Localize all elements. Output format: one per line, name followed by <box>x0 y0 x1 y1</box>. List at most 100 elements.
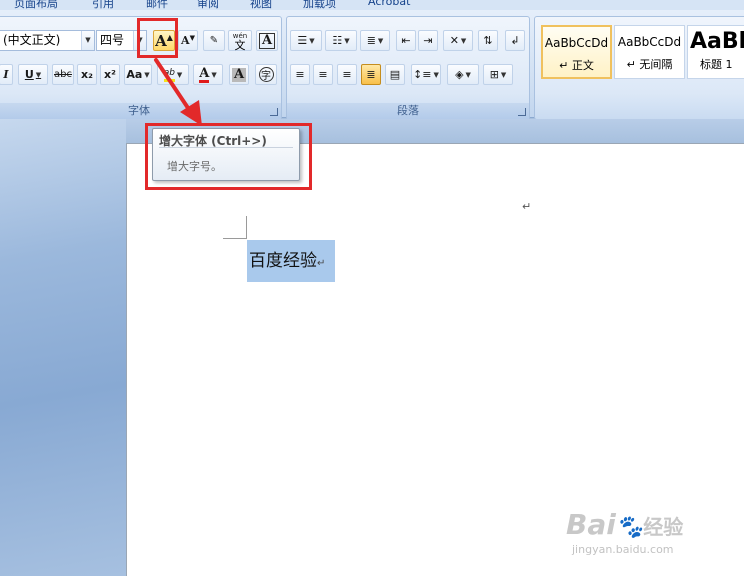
ribbon: (中文正文) ▼ 四号 ▼ A ▲ A ▼ ✎ wén 文 A I U ▼ ab… <box>0 10 744 120</box>
paragraph-dialog-launcher-icon[interactable] <box>518 108 526 116</box>
align-center-button[interactable]: ≡ <box>313 64 333 85</box>
numbering-button[interactable]: ☷ ▼ <box>325 30 357 51</box>
shrink-font-icon: A <box>181 34 190 47</box>
change-case-button[interactable]: Aa ▼ <box>124 64 152 85</box>
phonetic-guide-char: 文 <box>234 38 246 52</box>
font-name-dropdown-icon[interactable]: ▼ <box>81 31 94 50</box>
tab-mailings[interactable]: 邮件 <box>146 0 168 10</box>
styles-group: AaBbCcDd ↵ 正文 AaBbCcDd ↵ 无间隔 AaBb 标题 1 <box>534 16 744 120</box>
chinese-layout-dropdown-icon[interactable]: ▼ <box>461 37 466 45</box>
font-dialog-launcher-icon[interactable] <box>270 108 278 116</box>
borders-dropdown-icon[interactable]: ▼ <box>501 71 506 79</box>
style-heading-1[interactable]: AaBb 标题 1 <box>687 25 744 79</box>
show-hide-marks-button[interactable]: ↲ <box>505 30 525 51</box>
margin-corner-mark-h <box>223 238 247 239</box>
line-spacing-icon: ↕≡ <box>413 68 432 81</box>
line-spacing-dropdown-icon[interactable]: ▼ <box>434 71 439 79</box>
paragraph-mark: ↵ <box>317 258 326 269</box>
italic-icon: I <box>3 68 9 81</box>
borders-icon: ⊞ <box>489 68 499 81</box>
baidu-watermark-logo: Bai🐾经验 <box>566 508 683 541</box>
italic-button[interactable]: I <box>0 64 13 85</box>
font-group-label: 字体 <box>0 103 281 119</box>
superscript-button[interactable]: x² <box>100 64 120 85</box>
enclose-characters-icon: 字 <box>258 67 274 82</box>
superscript-icon: x² <box>104 68 116 81</box>
increase-indent-icon: ⇥ <box>423 34 433 47</box>
increase-indent-button[interactable]: ⇥ <box>418 30 438 51</box>
font-size-value: 四号 <box>100 33 125 47</box>
font-name-value: (中文正文) <box>3 33 61 47</box>
margin-corner-mark-v <box>246 216 247 239</box>
multilevel-list-dropdown-icon[interactable]: ▼ <box>378 37 383 45</box>
tab-page-layout[interactable]: 页面布局 <box>14 0 58 10</box>
align-left-button[interactable]: ≡ <box>290 64 310 85</box>
clear-formatting-button[interactable]: ✎ <box>203 30 225 51</box>
style-name: ↵ 正文 <box>559 59 594 72</box>
paragraph-group: ☰ ▼ ☷ ▼ ≣ ▼ ⇤ ⇥ ✕ ▼ ⇅ ↲ ≡ ≡ ≡ ≣ ▤ ↕≡ ▼ ◈ ▼ ⊞ ▼ … <box>286 16 530 120</box>
tab-acrobat[interactable]: Acrobat <box>368 0 410 8</box>
character-border-button[interactable]: A <box>256 30 278 51</box>
decrease-indent-button[interactable]: ⇤ <box>396 30 416 51</box>
bullets-icon: ☰ <box>297 34 308 47</box>
style-preview: AaBb <box>690 29 744 54</box>
shrink-font-button[interactable]: A ▼ <box>178 30 198 51</box>
paint-bucket-icon: ◈ <box>455 68 464 81</box>
phonetic-guide-button[interactable]: wén 文 <box>228 30 252 51</box>
font-color-dropdown-icon[interactable]: ▼ <box>211 70 216 79</box>
align-right-button[interactable]: ≡ <box>337 64 357 85</box>
sort-button[interactable]: ⇅ <box>478 30 498 51</box>
workspace-background <box>0 119 126 576</box>
change-case-icon: Aa <box>126 68 143 81</box>
tab-view[interactable]: 视图 <box>250 0 272 10</box>
paragraph-mark-icon: ↲ <box>510 34 520 47</box>
annotation-box-grow-font <box>137 18 178 58</box>
character-shading-icon: A <box>231 66 247 82</box>
document-text: 百度经验 <box>249 251 317 271</box>
line-spacing-button[interactable]: ↕≡ ▼ <box>411 64 441 85</box>
underline-button[interactable]: U ▼ <box>18 64 48 85</box>
watermark-brand-suffix: 经验 <box>643 515 684 539</box>
style-no-spacing[interactable]: AaBbCcDd ↵ 无间隔 <box>614 25 685 79</box>
selected-text[interactable]: 百度经验↵ <box>247 240 335 282</box>
change-case-dropdown-icon[interactable]: ▼ <box>144 71 149 79</box>
strikethrough-button[interactable]: abc <box>52 64 74 85</box>
sort-icon: ⇅ <box>483 34 493 47</box>
align-left-icon: ≡ <box>295 68 305 81</box>
numbering-dropdown-icon[interactable]: ▼ <box>344 37 349 45</box>
ribbon-tab-strip: 页面布局 引用 邮件 审阅 视图 加载项 Acrobat <box>0 0 744 10</box>
bullets-button[interactable]: ☰ ▼ <box>290 30 322 51</box>
character-shading-button[interactable]: A <box>229 64 249 85</box>
tab-review[interactable]: 审阅 <box>197 0 219 10</box>
align-center-icon: ≡ <box>318 68 328 81</box>
borders-button[interactable]: ⊞ ▼ <box>483 64 513 85</box>
style-name: ↵ 无间隔 <box>626 58 673 71</box>
header-paragraph-mark: ↵ <box>522 200 532 213</box>
multilevel-list-icon: ≣ <box>366 34 376 47</box>
tab-references[interactable]: 引用 <box>92 0 114 10</box>
multilevel-list-button[interactable]: ≣ ▼ <box>360 30 390 51</box>
shading-button[interactable]: ◈ ▼ <box>447 64 479 85</box>
font-name-combo[interactable]: (中文正文) ▼ <box>0 30 95 51</box>
align-right-icon: ≡ <box>342 68 352 81</box>
paragraph-group-label: 段落 <box>287 103 529 119</box>
distributed-icon: ▤ <box>389 68 401 81</box>
shading-dropdown-icon[interactable]: ▼ <box>466 71 471 79</box>
style-preview: AaBbCcDd <box>617 35 682 49</box>
subscript-button[interactable]: x₂ <box>77 64 97 85</box>
distributed-button[interactable]: ▤ <box>385 64 405 85</box>
justify-button[interactable]: ≣ <box>361 64 381 85</box>
enclose-characters-button[interactable]: 字 <box>255 64 277 85</box>
style-normal[interactable]: AaBbCcDd ↵ 正文 <box>541 25 612 79</box>
bullets-dropdown-icon[interactable]: ▼ <box>309 37 314 45</box>
decrease-indent-icon: ⇤ <box>401 34 411 47</box>
clear-formatting-icon: ✎ <box>209 35 219 46</box>
tab-add-ins[interactable]: 加载项 <box>303 0 336 10</box>
style-name: 标题 1 <box>700 58 733 71</box>
underline-dropdown-icon[interactable]: ▼ <box>36 71 41 79</box>
watermark-url: jingyan.baidu.com <box>572 543 674 556</box>
chinese-layout-button[interactable]: ✕ ▼ <box>443 30 473 51</box>
subscript-icon: x₂ <box>81 68 93 81</box>
arrow-down-icon: ▼ <box>189 33 195 42</box>
annotation-box-tooltip <box>145 123 312 190</box>
